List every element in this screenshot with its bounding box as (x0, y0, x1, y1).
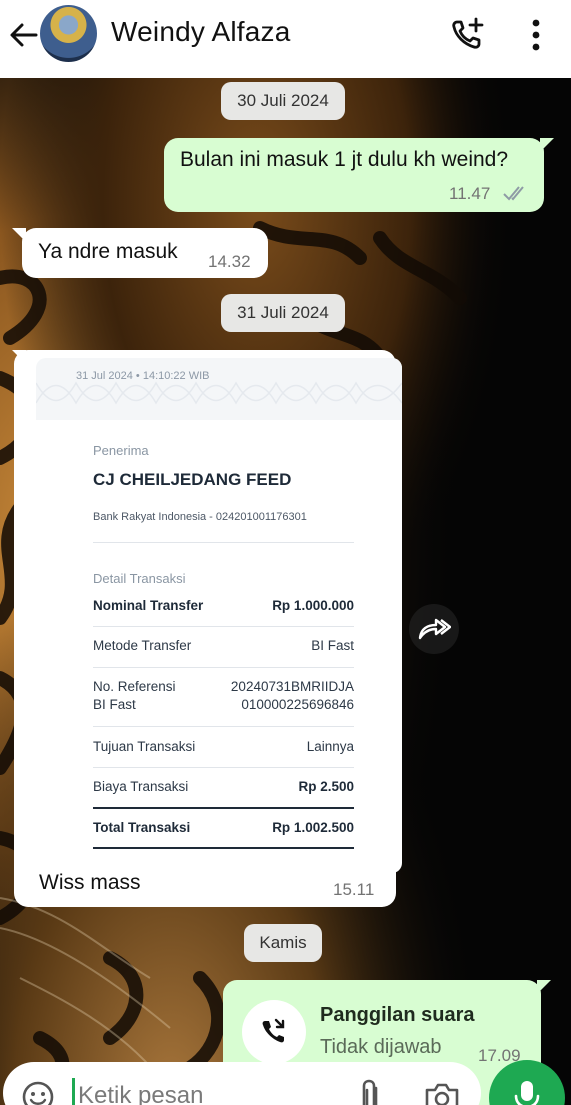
recipient-label: Penerima (93, 443, 149, 458)
chat-area[interactable]: 30 Juli 2024 Bulan ini masuk 1 jt dulu k… (0, 78, 571, 1105)
transfer-receipt-image[interactable]: 31 Jul 2024 • 14:10:22 WIB Penerima CJ C… (36, 358, 402, 873)
text-cursor (72, 1078, 75, 1105)
receipt-row-key: BI Fast (93, 697, 136, 712)
receipt-row-key: Nominal Transfer (93, 598, 204, 613)
image-caption: Wiss mass (39, 871, 141, 894)
receipt-row-value: Rp 2.500 (298, 779, 354, 794)
message-time: 15.11 (333, 880, 375, 899)
receipt-header-band (36, 358, 402, 420)
receipt-row-value: Lainnya (306, 739, 354, 754)
attach-icon[interactable] (358, 1078, 384, 1105)
avatar[interactable] (40, 5, 97, 62)
divider (93, 847, 354, 849)
receipt-row-key: Metode Transfer (93, 638, 192, 653)
divider (93, 667, 354, 668)
forward-icon[interactable] (409, 604, 459, 654)
detail-label: Detail Transaksi (93, 571, 186, 586)
divider (93, 542, 354, 543)
message-text: Ya ndre masuk (38, 240, 178, 263)
call-title: Panggilan suara (320, 1004, 475, 1026)
date-chip: 31 Juli 2024 (221, 294, 345, 332)
message-bubble-outgoing[interactable]: Bulan ini masuk 1 jt dulu kh weind? 11.4… (164, 138, 544, 212)
receipt-row-value: Rp 1.000.000 (272, 598, 354, 613)
message-bubble-image[interactable]: 31 Jul 2024 • 14:10:22 WIB Penerima CJ C… (14, 350, 402, 907)
call-status: Tidak dijawab (320, 1036, 442, 1058)
chat-header: Weindy Alfaza (0, 0, 571, 78)
add-call-icon[interactable] (447, 15, 487, 55)
receipt-row-value: 20240731BMRIIDJA (230, 679, 354, 694)
message-text: Bulan ini masuk 1 jt dulu kh weind? (180, 148, 509, 171)
bubble-tail (540, 138, 554, 152)
divider (93, 807, 354, 809)
receipt-row-key: Biaya Transaksi (93, 779, 189, 794)
contact-name[interactable]: Weindy Alfaza (111, 16, 291, 48)
receipt-total-key: Total Transaksi (93, 820, 191, 835)
recipient-name: CJ CHEILJEDANG FEED (93, 470, 292, 489)
read-ticks-icon (503, 186, 524, 201)
camera-icon[interactable] (423, 1080, 461, 1105)
receipt-row-value: 010000225696846 (241, 697, 354, 712)
missed-call-icon (242, 1000, 306, 1064)
receipt-row-value: BI Fast (311, 638, 354, 653)
message-bubble-incoming[interactable]: Ya ndre masuk 14.32 (22, 228, 268, 278)
more-vert-icon[interactable] (522, 15, 550, 55)
emoji-icon[interactable] (21, 1080, 55, 1105)
divider (93, 626, 354, 627)
receipt-timestamp: 31 Jul 2024 • 14:10:22 WIB (76, 370, 210, 382)
recipient-bank: Bank Rakyat Indonesia - 024201001176301 (93, 511, 307, 523)
message-time: 11.47 (449, 184, 491, 203)
message-time: 14.32 (208, 252, 251, 271)
receipt-total-value: Rp 1.002.500 (272, 820, 354, 835)
back-arrow-icon[interactable] (6, 18, 40, 52)
date-chip: 30 Juli 2024 (221, 82, 345, 120)
bubble-tail (537, 980, 551, 994)
message-input-bar[interactable]: Ketik pesan (3, 1062, 481, 1105)
message-input[interactable]: Ketik pesan (78, 1082, 203, 1105)
date-chip: Kamis (244, 924, 322, 962)
receipt-row-key: No. Referensi (93, 679, 176, 694)
mic-icon (514, 1081, 540, 1105)
receipt-row-key: Tujuan Transaksi (93, 739, 196, 754)
divider (93, 767, 354, 768)
divider (93, 726, 354, 727)
